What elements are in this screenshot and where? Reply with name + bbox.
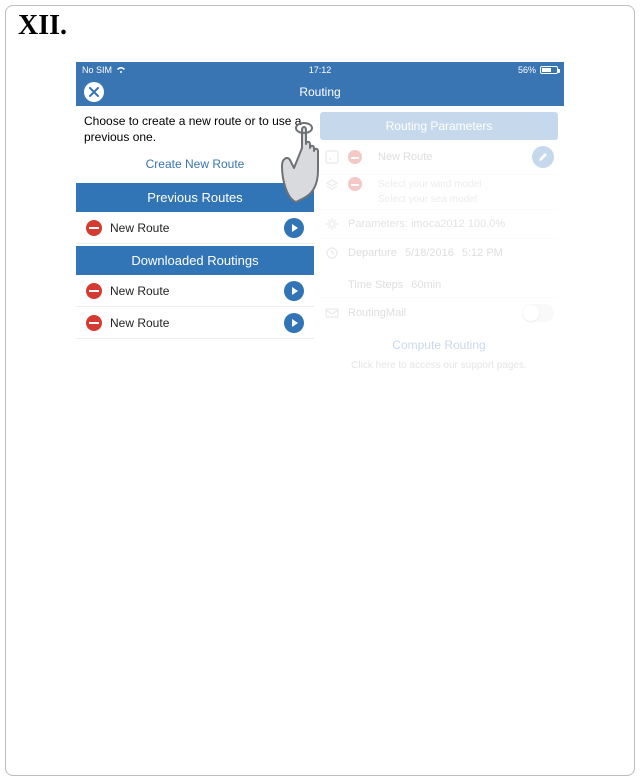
route-name: New Route [110,316,169,330]
route-name: New Route [110,221,169,235]
create-new-route-link[interactable]: Create New Route [76,151,314,181]
clock: 17:12 [309,65,332,75]
delete-minus-icon[interactable] [86,283,102,299]
timesteps-label: Time Steps [348,279,403,291]
routing-mail-toggle[interactable] [522,304,554,322]
wind-model-select[interactable]: Select your wind model [378,177,554,192]
gear-icon [324,216,340,232]
parameters-row[interactable]: Parameters: imoca2012 100.0% [320,209,558,238]
status-bar: No SIM 17:12 56% [76,62,564,78]
routing-parameters-header: Routing Parameters [320,112,558,140]
nav-title: Routing [299,85,340,99]
left-pane: Choose to create a new route or to use a… [76,106,314,384]
delete-minus-icon[interactable] [86,220,102,236]
routing-mail-row: RoutingMail [320,297,558,328]
delete-minus-icon [348,177,362,191]
battery-icon [540,66,558,74]
list-item[interactable]: New Route [76,275,314,307]
list-item[interactable]: New Route [76,212,314,244]
compute-routing-button[interactable]: Compute Routing [320,328,558,356]
battery-pct: 56% [518,65,536,75]
map-pin-icon [324,149,340,165]
downloaded-routings-header: Downloaded Routings [76,246,314,275]
close-button[interactable] [84,82,104,102]
instruction-text: Choose to create a new route or to use a… [76,112,314,151]
close-icon [89,87,99,97]
layers-icon [324,177,340,193]
nav-bar: Routing [76,78,564,106]
clock-icon [324,245,340,261]
routing-mail-label: RoutingMail [348,307,406,319]
wifi-icon [116,66,126,74]
mail-icon [324,305,340,321]
content-area: Choose to create a new route or to use a… [76,106,564,384]
edit-button[interactable] [532,146,554,168]
play-button[interactable] [284,218,304,238]
support-link[interactable]: Click here to access our support pages. [320,356,558,375]
previous-routes-header: Previous Routes [76,183,314,212]
route-name-row: New Route [320,140,558,174]
play-button[interactable] [284,281,304,301]
pencil-icon [538,152,548,162]
play-button[interactable] [284,313,304,333]
delete-minus-icon [348,150,362,164]
right-pane: Routing Parameters New Route [314,106,564,384]
list-item[interactable]: New Route [76,307,314,339]
departure-label: Departure [348,247,397,259]
parameters-text: Parameters: imoca2012 100.0% [348,218,505,230]
route-name: New Route [110,284,169,298]
model-select-row: Select your wind model Select your sea m… [320,174,558,209]
route-name-value: New Route [378,151,432,163]
departure-date: 5/18/2016 [405,247,454,259]
figure-number: XII. [18,10,67,42]
departure-row[interactable]: Departure 5/18/2016 5:12 PM Time Steps 6… [320,238,558,297]
phone-screen: No SIM 17:12 56% Routing Choose to creat… [76,62,564,384]
sea-model-select[interactable]: Select your sea model [378,192,554,207]
document-frame: XII. No SIM 17:12 56% Routing [5,5,635,776]
carrier-text: No SIM [82,65,112,75]
delete-minus-icon[interactable] [86,315,102,331]
timesteps-value: 60min [411,279,441,291]
departure-time: 5:12 PM [462,247,503,259]
